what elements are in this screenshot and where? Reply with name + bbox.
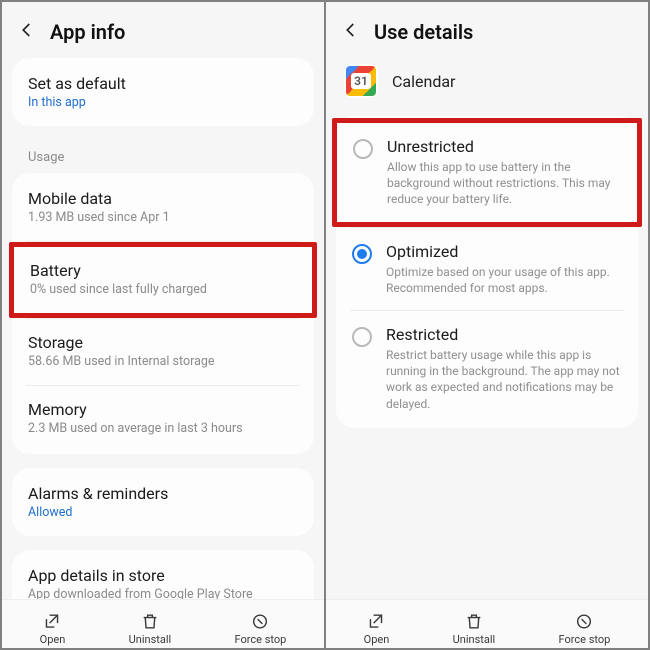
force-stop-label: Force stop	[559, 633, 611, 646]
memory-sub: 2.3 MB used on average in last 3 hours	[28, 421, 298, 438]
radio-icon	[352, 327, 372, 347]
mobile-data-row[interactable]: Mobile data 1.93 MB used since Apr 1	[12, 175, 314, 241]
open-button[interactable]: Open	[40, 612, 66, 646]
app-row: 31 Calendar	[326, 58, 648, 116]
memory-row[interactable]: Memory 2.3 MB used on average in last 3 …	[12, 386, 314, 452]
page-title: Use details	[374, 20, 473, 44]
optimized-title: Optimized	[386, 242, 622, 261]
back-icon[interactable]	[18, 21, 36, 43]
battery-sub: 0% used since last fully charged	[30, 282, 296, 299]
restricted-desc: Restrict battery usage while this app is…	[386, 347, 622, 412]
page-title: App info	[50, 20, 125, 44]
battery-row[interactable]: Battery 0% used since last fully charged	[9, 242, 317, 318]
radio-restricted[interactable]: Restricted Restrict battery usage while …	[336, 311, 638, 426]
usage-section-label: Usage	[12, 140, 314, 173]
unrestricted-title: Unrestricted	[387, 137, 621, 156]
uninstall-button[interactable]: Uninstall	[129, 612, 172, 646]
radio-icon	[353, 139, 373, 159]
radio-unrestricted[interactable]: Unrestricted Allow this app to use batte…	[332, 118, 642, 227]
alarms-title: Alarms & reminders	[28, 484, 298, 503]
alarms-card[interactable]: Alarms & reminders Allowed	[12, 468, 314, 536]
set-as-default-card[interactable]: Set as default In this app	[12, 58, 314, 126]
storage-sub: 58.66 MB used in Internal storage	[28, 354, 298, 371]
bottom-bar: Open Uninstall Force stop	[2, 599, 324, 648]
storage-title: Storage	[28, 333, 298, 352]
use-details-pane: Use details 31 Calendar Unrestricted All…	[326, 2, 648, 648]
radio-optimized[interactable]: Optimized Optimize based on your usage o…	[336, 228, 638, 310]
alarms-link: Allowed	[28, 505, 298, 520]
radio-icon	[352, 244, 372, 264]
uninstall-button[interactable]: Uninstall	[453, 612, 496, 646]
open-label: Open	[364, 633, 390, 646]
force-stop-button[interactable]: Force stop	[559, 612, 611, 646]
bottom-bar: Open Uninstall Force stop	[326, 599, 648, 648]
optimized-desc: Optimize based on your usage of this app…	[386, 264, 622, 296]
force-stop-label: Force stop	[235, 633, 287, 646]
header: App info	[2, 2, 324, 58]
uninstall-label: Uninstall	[453, 633, 496, 646]
force-stop-button[interactable]: Force stop	[235, 612, 287, 646]
app-info-pane: App info Set as default In this app Usag…	[2, 2, 324, 648]
set-as-default-link: In this app	[28, 95, 298, 110]
mobile-data-sub: 1.93 MB used since Apr 1	[28, 210, 298, 227]
back-icon[interactable]	[342, 21, 360, 43]
mobile-data-title: Mobile data	[28, 189, 298, 208]
calendar-icon: 31	[344, 64, 378, 98]
restricted-title: Restricted	[386, 325, 622, 344]
unrestricted-desc: Allow this app to use battery in the bac…	[387, 159, 621, 208]
memory-title: Memory	[28, 400, 298, 419]
header: Use details	[326, 2, 648, 58]
battery-title: Battery	[30, 261, 296, 280]
app-name: Calendar	[392, 72, 455, 91]
set-as-default-title: Set as default	[28, 74, 298, 93]
store-title: App details in store	[28, 566, 298, 585]
storage-row[interactable]: Storage 58.66 MB used in Internal storag…	[12, 319, 314, 385]
open-button[interactable]: Open	[364, 612, 390, 646]
uninstall-label: Uninstall	[129, 633, 172, 646]
open-label: Open	[40, 633, 66, 646]
